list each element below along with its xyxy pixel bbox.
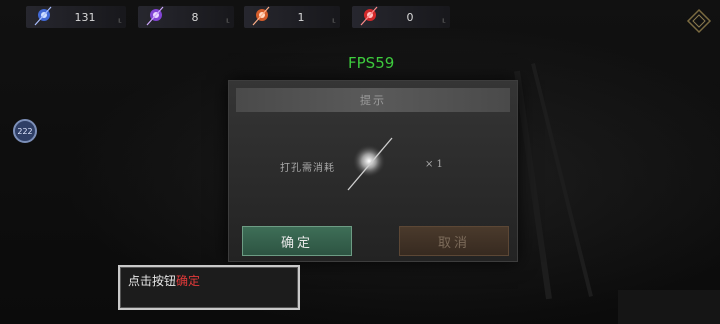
dialog-message: 打孔需消耗 bbox=[280, 163, 335, 174]
level-badge[interactable]: 222 bbox=[13, 119, 37, 143]
purple-gem-icon bbox=[142, 3, 168, 29]
bottom-nav bbox=[0, 290, 720, 324]
cancel-button[interactable]: 取消 bbox=[399, 226, 509, 256]
blue-gem-icon bbox=[30, 3, 56, 29]
resource-slot-orange[interactable]: 1 ⸤ bbox=[244, 6, 340, 28]
fps-counter: FPS59 bbox=[348, 54, 395, 72]
orb-item-icon bbox=[338, 132, 398, 194]
resource-value: 0 bbox=[406, 10, 414, 24]
resource-value: 1 bbox=[297, 10, 305, 24]
resource-value: 8 bbox=[191, 10, 199, 24]
bottom-nav-active-slot bbox=[618, 290, 720, 324]
tip-text: 点击按钮 bbox=[128, 274, 177, 288]
diamond-emblem-icon[interactable] bbox=[686, 8, 712, 34]
dialog-title: 提示 bbox=[236, 88, 510, 112]
resource-slot-red[interactable]: 0 ⸤ bbox=[352, 6, 450, 28]
resource-value: 131 bbox=[74, 10, 96, 24]
red-gem-icon bbox=[356, 3, 382, 29]
slot-end-icon: ⸤ bbox=[331, 10, 337, 24]
dialog-quantity: × 1 bbox=[425, 159, 443, 170]
confirm-button[interactable]: 确定 bbox=[242, 226, 352, 256]
tip-highlight: 确定 bbox=[176, 274, 201, 288]
slot-end-icon: ⸤ bbox=[225, 10, 231, 24]
slot-end-icon: ⸤ bbox=[441, 10, 447, 24]
resource-slot-blue[interactable]: 131 ⸤ bbox=[26, 6, 126, 28]
resource-slot-purple[interactable]: 8 ⸤ bbox=[138, 6, 234, 28]
slot-end-icon: ⸤ bbox=[117, 10, 123, 24]
orange-gem-icon bbox=[248, 3, 274, 29]
